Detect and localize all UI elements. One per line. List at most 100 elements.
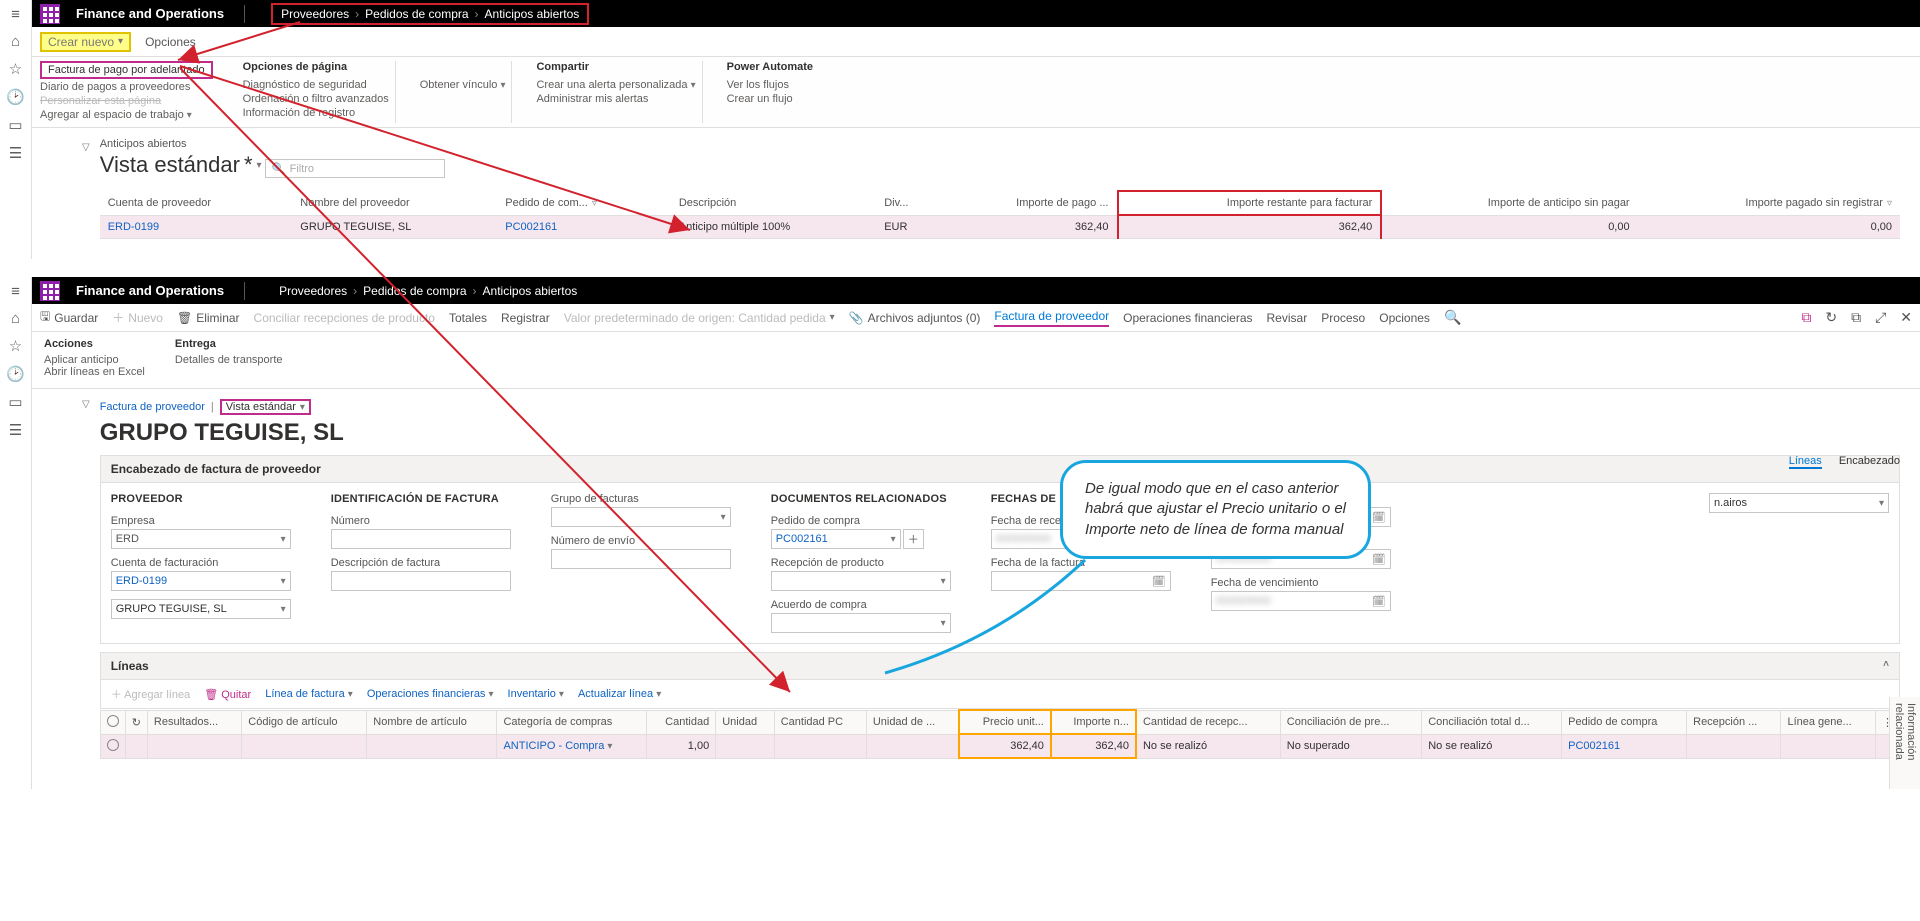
list-icon[interactable]: ☰: [9, 144, 22, 162]
filter-funnel-icon[interactable]: ▽: [82, 399, 90, 759]
registrar-button[interactable]: Registrar: [501, 311, 550, 325]
section-encabezado[interactable]: Encabezado de factura de proveedor: [100, 455, 1900, 483]
col-recepcion[interactable]: Recepción ...: [1687, 710, 1781, 734]
col-cant-recep[interactable]: Cantidad de recepc...: [1136, 710, 1280, 734]
fecha-registro-input[interactable]: 00/00/0000🗓: [1211, 507, 1391, 527]
opciones-tab[interactable]: Opciones: [1379, 311, 1430, 325]
lines-row[interactable]: ANTICIPO - Compra ▾ 1,00 362,40 362,40 N…: [100, 734, 1899, 758]
vista-selector[interactable]: Vista estándar ▾: [220, 399, 311, 415]
clock-icon[interactable]: 🕑: [6, 88, 25, 106]
view-selector[interactable]: Vista estándar * ▾: [100, 152, 262, 178]
obtener-vinculo-item[interactable]: Obtener vínculo ▾: [420, 79, 506, 91]
add-pedido-button[interactable]: ＋: [903, 529, 924, 549]
col-importe-anticipo[interactable]: Importe de anticipo sin pagar: [1381, 191, 1637, 215]
col-pedido-compra[interactable]: Pedido de compra: [1562, 710, 1687, 734]
breadcrumb-item[interactable]: Pedidos de compra: [365, 7, 468, 21]
col-select[interactable]: [100, 710, 125, 734]
revisar-tab[interactable]: Revisar: [1267, 311, 1308, 325]
cell-cantidad[interactable]: 1,00: [646, 734, 716, 758]
cell-precio-unit[interactable]: 362,40: [959, 734, 1051, 758]
workspace-icon[interactable]: ▭: [8, 393, 22, 411]
opciones-tab[interactable]: Opciones: [145, 35, 196, 49]
menu-icon[interactable]: ≡: [11, 6, 20, 23]
detalles-transporte-item[interactable]: Detalles de transporte: [175, 354, 283, 366]
acuerdo-compra-input[interactable]: ▾: [771, 613, 951, 633]
lineas-tab[interactable]: Líneas: [1789, 455, 1822, 469]
col-conc-precio[interactable]: Conciliación de pre...: [1280, 710, 1421, 734]
breadcrumb-item[interactable]: Anticipos abiertos: [483, 284, 578, 298]
col-unidad-de[interactable]: Unidad de ...: [866, 710, 959, 734]
col-importe-pagado[interactable]: Importe pagado sin registrar▿: [1638, 191, 1900, 215]
nuevo-button[interactable]: ＋Nuevo: [112, 309, 163, 326]
factura-pago-adelantado-item[interactable]: Factura de pago por adelantado: [40, 61, 213, 79]
breadcrumb-item[interactable]: Anticipos abiertos: [485, 7, 580, 21]
col-conc-total[interactable]: Conciliación total d...: [1422, 710, 1562, 734]
ordenacion-item[interactable]: Ordenación o filtro avanzados: [243, 93, 389, 105]
popout-icon[interactable]: ⧉: [1851, 309, 1861, 326]
refresh-icon[interactable]: ↻: [1825, 309, 1837, 326]
cell-cuenta[interactable]: ERD-0199: [100, 215, 293, 239]
aplicar-anticipo-item[interactable]: Aplicar anticipo: [44, 354, 145, 366]
cell-pedido[interactable]: PC002161: [1562, 734, 1687, 758]
quitar-button[interactable]: 🗑 Quitar: [204, 688, 251, 701]
cell-importe-neto[interactable]: 362,40: [1051, 734, 1136, 758]
numero-envio-input[interactable]: [551, 549, 731, 569]
cell-pedido[interactable]: PC002161: [497, 215, 671, 239]
row-select[interactable]: [100, 734, 125, 758]
col-cuenta[interactable]: Cuenta de proveedor: [100, 191, 293, 215]
agregar-linea-button[interactable]: ＋ Agregar línea: [111, 686, 191, 702]
breadcrumb-item[interactable]: Pedidos de compra: [363, 284, 466, 298]
col-linea-gene[interactable]: Línea gene...: [1781, 710, 1876, 734]
col-cantidad-pc[interactable]: Cantidad PC: [774, 710, 866, 734]
waffle-icon[interactable]: [40, 281, 60, 301]
home-icon[interactable]: ⌂: [11, 310, 20, 327]
section-lineas[interactable]: Líneas ˄: [100, 652, 1900, 680]
clock-icon[interactable]: 🕑: [6, 365, 25, 383]
col-resultados[interactable]: Resultados...: [147, 710, 241, 734]
vendor-name-input[interactable]: GRUPO TEGUISE, SL▾: [111, 599, 291, 619]
col-pedido[interactable]: Pedido de com...▿: [497, 191, 671, 215]
actualizar-linea-menu[interactable]: Actualizar línea ▾: [578, 688, 661, 700]
col-importe-neto[interactable]: Importe n...: [1051, 710, 1136, 734]
breadcrumb-item[interactable]: Proveedores: [281, 7, 349, 21]
waffle-icon[interactable]: [40, 4, 60, 24]
list-icon[interactable]: ☰: [9, 421, 22, 439]
abrir-excel-item[interactable]: Abrir líneas en Excel: [44, 366, 145, 378]
col-cod-articulo[interactable]: Código de artículo: [242, 710, 367, 734]
admin-alertas-item[interactable]: Administrar mis alertas: [536, 93, 695, 105]
col-div[interactable]: Div...: [876, 191, 941, 215]
fecha-iva-input[interactable]: 00/00/0000🗓: [1211, 549, 1391, 569]
ver-flujos-item[interactable]: Ver los flujos: [727, 79, 813, 91]
valor-pred-button[interactable]: Valor predeterminado de origen: Cantidad…: [564, 311, 835, 325]
cell-categoria[interactable]: ANTICIPO - Compra ▾: [497, 734, 646, 758]
col-precio-unit[interactable]: Precio unit...: [959, 710, 1051, 734]
menu-icon[interactable]: ≡: [11, 283, 20, 300]
star-icon[interactable]: ☆: [9, 60, 22, 78]
col-importe-pago[interactable]: Importe de pago ...: [941, 191, 1117, 215]
crear-alerta-item[interactable]: Crear una alerta personalizada ▾: [536, 79, 695, 91]
factura-proveedor-tab[interactable]: Factura de proveedor: [994, 309, 1109, 327]
col-categoria[interactable]: Categoría de compras: [497, 710, 646, 734]
totales-button[interactable]: Totales: [449, 311, 487, 325]
crear-flujo-item[interactable]: Crear un flujo: [727, 93, 813, 105]
workspace-icon[interactable]: ▭: [8, 116, 22, 134]
info-registro-item[interactable]: Información de registro: [243, 107, 389, 119]
empresa-input[interactable]: ERD▾: [111, 529, 291, 549]
inventario-menu[interactable]: Inventario ▾: [508, 688, 564, 700]
adjuntos-button[interactable]: 📎Archivos adjuntos (0): [849, 311, 981, 325]
col-refresh[interactable]: ↻: [125, 710, 147, 734]
col-unidad[interactable]: Unidad: [716, 710, 774, 734]
numero-input[interactable]: [331, 529, 511, 549]
col-importe-restante[interactable]: Importe restante para facturar: [1118, 191, 1382, 215]
eliminar-button[interactable]: 🗑Eliminar: [177, 311, 240, 325]
conciliar-button[interactable]: Conciliar recepciones de producto: [254, 311, 435, 325]
pin-icon[interactable]: ⧉: [1801, 309, 1811, 326]
home-icon[interactable]: ⌂: [11, 33, 20, 50]
star-icon[interactable]: ☆: [9, 337, 22, 355]
search-icon[interactable]: 🔍: [1444, 309, 1461, 326]
agregar-area-item[interactable]: Agregar al espacio de trabajo ▾: [40, 109, 213, 121]
fecha-factura-input[interactable]: 🗓: [991, 571, 1171, 591]
recepcion-producto-input[interactable]: ▾: [771, 571, 951, 591]
factura-proveedor-link[interactable]: Factura de proveedor: [100, 401, 205, 413]
breadcrumb-item[interactable]: Proveedores: [279, 284, 347, 298]
